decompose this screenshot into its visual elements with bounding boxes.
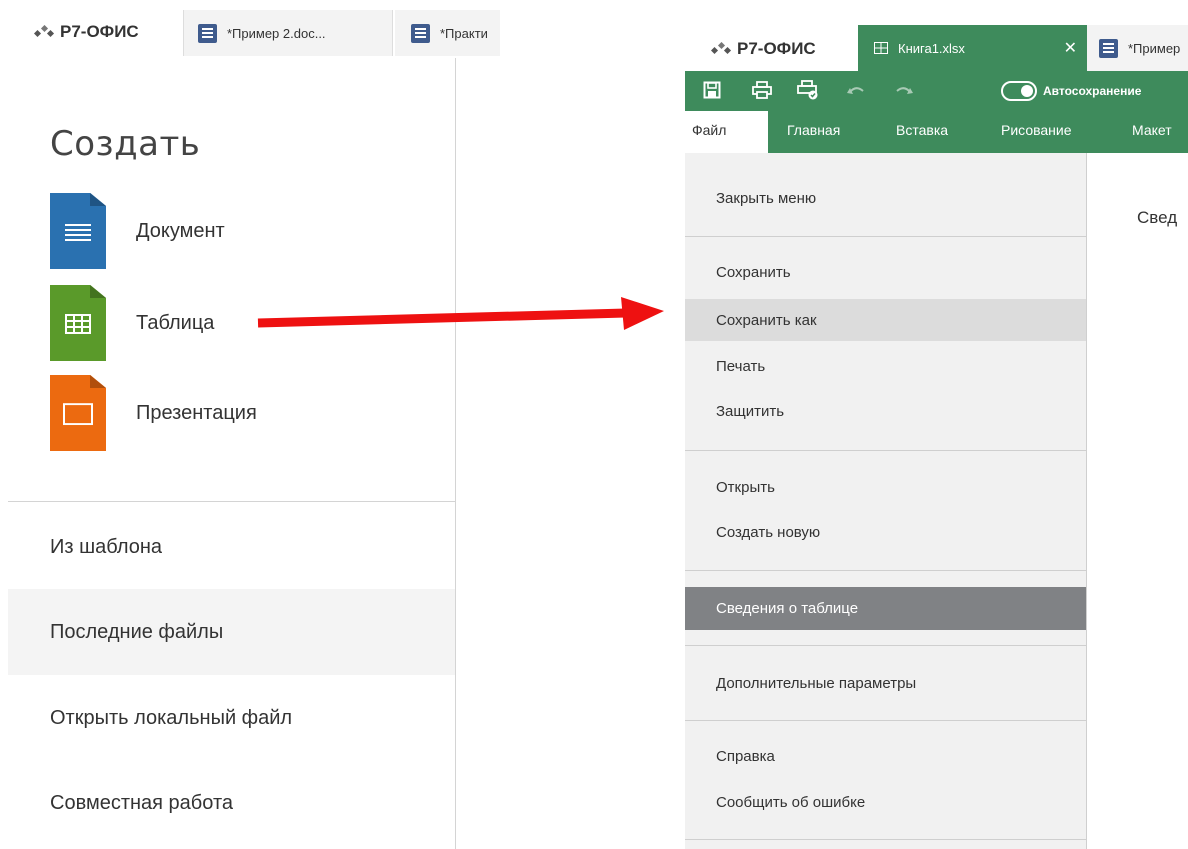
divider xyxy=(685,570,1086,571)
tab-label: *Пример 2.doc... xyxy=(227,25,326,41)
brand-logo[interactable]: Р7-ОФИС xyxy=(34,22,139,42)
menu-advanced-settings[interactable]: Дополнительные параметры xyxy=(685,663,1086,703)
tab-label: *Практи xyxy=(440,25,488,41)
spreadsheet-editor-window: Р7-ОФИС Книга1.xlsx ✕ *Пример Автосохран… xyxy=(685,0,1188,849)
tab-draw[interactable]: Рисование xyxy=(1001,122,1072,138)
autosave-toggle[interactable]: Автосохранение xyxy=(1001,81,1141,101)
divider xyxy=(685,839,1086,840)
presentation-icon xyxy=(50,375,106,451)
tab-layout[interactable]: Макет xyxy=(1132,122,1172,138)
start-screen-panel: Р7-ОФИС *Пример 2.doc... *Практи Создать… xyxy=(0,0,500,849)
create-presentation-button[interactable]: Презентация xyxy=(50,375,257,451)
menu-print[interactable]: Печать xyxy=(685,346,1086,386)
tab-document[interactable]: *Пример xyxy=(1087,25,1188,71)
close-tab-icon[interactable]: ✕ xyxy=(1064,38,1077,58)
ribbon-tab-bar: Файл Главная Вставка Рисование Макет xyxy=(685,111,1188,153)
spreadsheet-icon xyxy=(50,285,106,361)
menu-open-local-file[interactable]: Открыть локальный файл xyxy=(8,675,455,761)
menu-from-template[interactable]: Из шаблона xyxy=(8,504,455,590)
tab-document-2[interactable]: *Практи xyxy=(395,10,500,56)
create-presentation-label: Презентация xyxy=(136,401,257,424)
divider xyxy=(685,236,1086,237)
create-document-label: Документ xyxy=(136,219,225,242)
document-icon xyxy=(198,23,217,43)
menu-recent-files[interactable]: Последние файлы xyxy=(8,589,455,675)
redo-icon[interactable] xyxy=(893,79,915,101)
right-tab-bar: Р7-ОФИС Книга1.xlsx ✕ *Пример xyxy=(685,25,1188,71)
info-section-heading: Свед xyxy=(1137,208,1178,227)
autosave-label: Автосохранение xyxy=(1043,84,1142,98)
quick-print-icon[interactable] xyxy=(797,79,819,101)
divider xyxy=(685,720,1086,721)
tab-label: *Пример xyxy=(1128,40,1181,56)
undo-icon[interactable] xyxy=(845,79,867,101)
menu-open[interactable]: Открыть xyxy=(685,467,1086,507)
menu-protect[interactable]: Защитить xyxy=(685,391,1086,431)
tab-file[interactable]: Файл xyxy=(685,111,768,153)
menu-report-error[interactable]: Сообщить об ошибке xyxy=(685,782,1086,822)
brand-name: Р7-ОФИС xyxy=(737,39,816,58)
document-icon xyxy=(50,193,106,269)
menu-save[interactable]: Сохранить xyxy=(685,252,1086,292)
print-icon[interactable] xyxy=(751,79,773,101)
tab-label: Книга1.xlsx xyxy=(898,40,965,56)
divider xyxy=(8,501,455,502)
save-icon[interactable] xyxy=(701,79,723,101)
tab-home[interactable]: Главная xyxy=(787,122,840,138)
divider xyxy=(685,450,1086,451)
brand-name: Р7-ОФИС xyxy=(60,22,139,41)
create-heading: Создать xyxy=(50,124,201,164)
panel-divider xyxy=(455,58,456,849)
toggle-switch-icon xyxy=(1001,81,1037,101)
menu-create-new[interactable]: Создать новую xyxy=(685,512,1086,552)
left-tab-bar: Р7-ОФИС *Пример 2.doc... *Практи xyxy=(0,0,500,58)
spreadsheet-icon xyxy=(874,42,888,54)
create-document-button[interactable]: Документ xyxy=(50,193,225,269)
menu-help[interactable]: Справка xyxy=(685,736,1086,776)
create-spreadsheet-label: Таблица xyxy=(136,311,215,334)
quick-access-toolbar: Автосохранение xyxy=(685,71,1188,111)
create-spreadsheet-button[interactable]: Таблица xyxy=(50,285,214,361)
red-arrow-annotation xyxy=(257,297,664,330)
menu-collaboration[interactable]: Совместная работа xyxy=(8,760,455,846)
document-icon xyxy=(411,23,430,43)
menu-save-as[interactable]: Сохранить как xyxy=(685,299,1086,341)
tab-spreadsheet-active[interactable]: Книга1.xlsx ✕ xyxy=(858,25,1087,71)
r7-logo-icon xyxy=(34,25,55,38)
divider xyxy=(685,645,1086,646)
tab-insert[interactable]: Вставка xyxy=(896,122,948,138)
r7-logo-icon xyxy=(711,42,732,55)
file-menu-panel: Закрыть меню Сохранить Сохранить как Печ… xyxy=(685,153,1087,849)
brand-logo[interactable]: Р7-ОФИС xyxy=(711,39,816,59)
document-icon xyxy=(1099,38,1118,58)
tab-document-1[interactable]: *Пример 2.doc... xyxy=(183,10,393,56)
menu-close[interactable]: Закрыть меню xyxy=(685,178,1086,218)
menu-spreadsheet-info[interactable]: Сведения о таблице xyxy=(685,587,1086,630)
